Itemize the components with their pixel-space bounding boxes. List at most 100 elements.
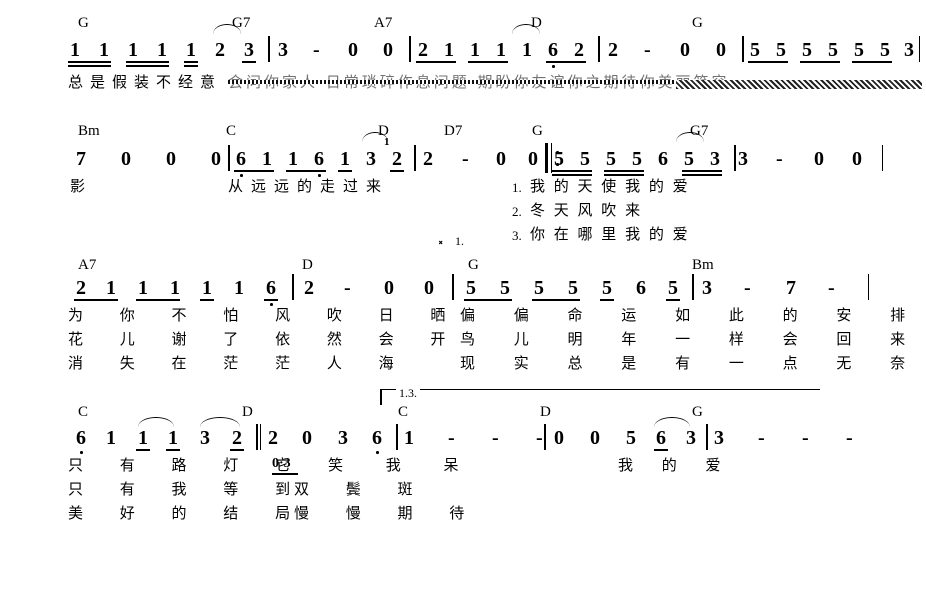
note: 0 — [121, 148, 131, 170]
slur — [654, 417, 690, 427]
note: 1 — [106, 277, 116, 299]
lyric-line: 鸟 儿 明 年 一 样 会 回 来 — [460, 330, 923, 348]
chord-symbol: A7 — [78, 257, 97, 273]
beam — [654, 449, 668, 451]
note: 1 — [202, 277, 212, 299]
note: 5 — [466, 277, 476, 299]
beam — [136, 449, 150, 451]
note: 2 — [423, 148, 433, 170]
note: 3 — [904, 39, 914, 61]
note: 7 — [76, 148, 86, 170]
barline — [452, 274, 454, 300]
beam — [532, 299, 580, 301]
note-extension: - — [758, 427, 765, 449]
note: 5 — [606, 148, 616, 170]
lyric-line: 花 儿 谢 了 依 然 会 开 — [68, 330, 462, 348]
octave-dot — [552, 65, 555, 68]
lyric-line: 我 的 爱 — [618, 456, 733, 474]
note: 0 — [590, 427, 600, 449]
note: 1 — [444, 39, 454, 61]
note: 1 — [170, 277, 180, 299]
note: 0 — [348, 39, 358, 61]
note-extension: - — [744, 277, 751, 299]
note: 5 — [554, 148, 564, 170]
volta-bracket — [380, 389, 820, 390]
beam — [552, 170, 592, 172]
note: 5 — [750, 39, 760, 61]
barline — [742, 36, 744, 62]
note: 1 — [234, 277, 244, 299]
note: 3 — [338, 427, 348, 449]
beam — [68, 65, 111, 67]
beam — [166, 449, 180, 451]
verse-number: 2. — [512, 204, 522, 219]
note: 1 — [128, 39, 138, 61]
slur — [138, 417, 174, 427]
beam — [184, 61, 198, 63]
lyric-line: 偏 偏 命 运 如 此 的 安 排 — [460, 306, 923, 324]
note: 6 — [266, 277, 276, 299]
beam — [852, 61, 892, 63]
barline — [260, 424, 261, 450]
lyric-line: 为 你 不 怕 风 吹 日 晒 — [68, 306, 462, 324]
chord-symbol: G — [78, 15, 89, 31]
chord-symbol: D — [242, 404, 253, 420]
barline — [414, 145, 416, 171]
note: 1 — [470, 39, 480, 61]
note: 6 — [656, 427, 666, 449]
note-extension: - — [536, 427, 543, 449]
volta-label: 1. — [455, 234, 464, 248]
volta-label: 1.3. — [396, 387, 420, 399]
note: 1 — [340, 148, 350, 170]
note: 3 — [686, 427, 696, 449]
repeat-barline-start — [545, 143, 548, 173]
beam — [338, 170, 352, 172]
note: 1 — [168, 427, 178, 449]
note: 2 — [574, 39, 584, 61]
lyric-line: 只 有 我 等 到 — [68, 480, 307, 498]
note: 3 — [200, 427, 210, 449]
note: 7 — [786, 277, 796, 299]
beam — [126, 61, 169, 63]
chord-symbol: A7 — [374, 15, 393, 31]
strikethrough-band — [228, 80, 676, 84]
lyric-line: 只 有 路 灯 它 — [68, 456, 307, 474]
beam — [682, 174, 722, 176]
octave-dot — [376, 451, 379, 454]
note: 2 — [215, 39, 225, 61]
note-extension: - — [828, 277, 835, 299]
beam — [552, 174, 592, 176]
note: 3 — [366, 148, 376, 170]
staff-system-2: Bm C D D7 G G7 7 0 0 0 6 1 1 6 1 3 2 1 2… — [0, 115, 926, 243]
beam — [682, 170, 722, 172]
chord-symbol: Bm — [692, 257, 714, 273]
beam — [600, 299, 614, 301]
beam — [800, 61, 840, 63]
note: 1 — [157, 39, 167, 61]
note: 5 — [534, 277, 544, 299]
beam — [390, 170, 404, 172]
lyric-line: 从远远的走过来 — [228, 177, 390, 195]
barline — [598, 36, 600, 62]
barline — [692, 274, 694, 300]
note: 2 — [76, 277, 86, 299]
note: 3 — [714, 427, 724, 449]
note: 1 — [522, 39, 532, 61]
note: 0 — [424, 277, 434, 299]
chord-symbol: Bm — [78, 123, 100, 139]
barline — [268, 36, 270, 62]
beam — [416, 61, 456, 63]
note: 2 — [418, 39, 428, 61]
note: 6 — [236, 148, 246, 170]
note: 1 — [186, 39, 196, 61]
note: 0 — [166, 148, 176, 170]
note-extension: - — [846, 427, 853, 449]
chord-symbol: G — [532, 123, 543, 139]
beam — [136, 299, 180, 301]
barline-end — [868, 274, 869, 300]
note: 0 — [384, 277, 394, 299]
beam — [666, 299, 680, 301]
note-extension: - — [492, 427, 499, 449]
strikethrough-band — [676, 80, 922, 89]
note: 6 — [314, 148, 324, 170]
